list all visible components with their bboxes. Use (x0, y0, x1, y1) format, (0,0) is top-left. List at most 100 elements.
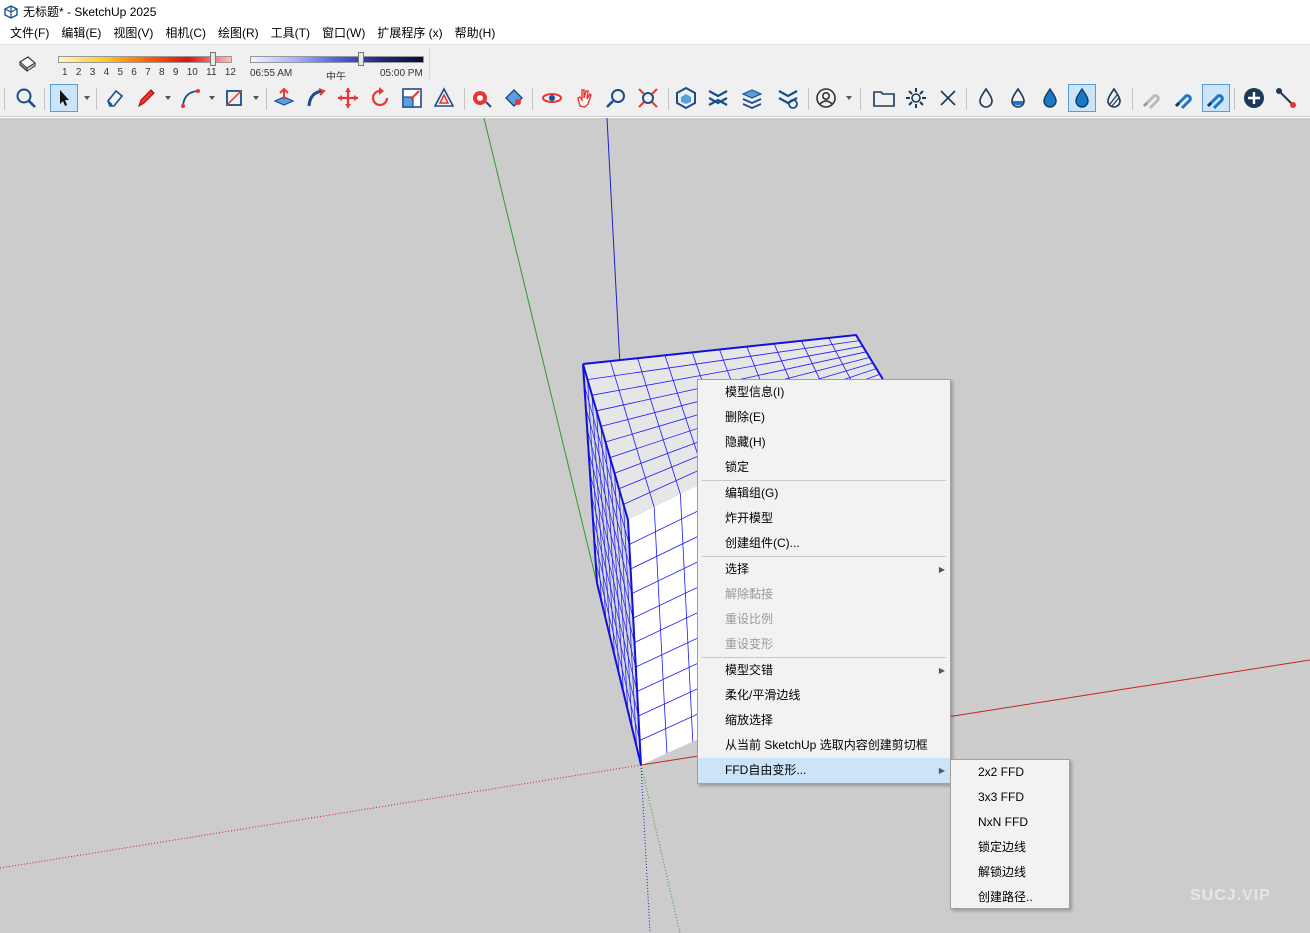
tape-measure-icon[interactable] (468, 84, 496, 112)
time-slider[interactable] (250, 56, 424, 63)
context-menu: 模型信息(I) 删除(E) 隐藏(H) 锁定编辑组(G) 炸开模型创建组件(C)... 选… (697, 379, 951, 784)
context-menu-item[interactable]: 隐藏(H) (698, 430, 950, 455)
context-menu-item[interactable]: 缩放选择 (698, 708, 950, 733)
extension-manager-icon[interactable] (774, 84, 802, 112)
magnet-active-icon[interactable] (1202, 84, 1230, 112)
shadow-toggle-icon[interactable] (16, 54, 38, 74)
scale-icon[interactable] (398, 84, 426, 112)
context-menu-item-label: 编辑组(G) (725, 486, 779, 500)
context-menu-item[interactable]: 柔化/平滑边线 (698, 683, 950, 708)
menu-item[interactable]: 文件(F) (4, 23, 55, 44)
shape-dropdown-icon[interactable] (252, 94, 260, 102)
context-menu-item-label: FFD自由变形... (725, 763, 807, 777)
menu-item[interactable]: 编辑(E) (55, 23, 107, 44)
eraser-icon[interactable] (100, 84, 128, 112)
follow-me-icon[interactable] (302, 84, 330, 112)
move-icon[interactable] (334, 84, 362, 112)
layout-icon[interactable] (738, 84, 766, 112)
sketchup-logo-icon (4, 4, 18, 19)
submenu-item[interactable]: 解锁边线 (951, 860, 1069, 885)
gear-icon[interactable] (902, 84, 930, 112)
submenu-item[interactable]: 3x3 FFD (951, 785, 1069, 810)
context-menu-item[interactable]: 选择 ▶ (698, 557, 950, 582)
blue-axis-hidden (640, 764, 651, 933)
arc-icon[interactable] (176, 84, 204, 112)
red-axis-hidden (0, 764, 642, 869)
extension-warehouse-icon[interactable] (704, 84, 732, 112)
3d-warehouse-icon[interactable] (672, 84, 700, 112)
drop-striped-icon[interactable] (1100, 84, 1128, 112)
month-ticks: 1 2 3 4 5 6 7 8 9 10 11 12 (62, 67, 236, 78)
context-menu-item-label: 从当前 SketchUp 选取内容创建剪切框 (725, 738, 928, 752)
model-scene[interactable] (0, 118, 1310, 933)
zoom-extents-icon[interactable] (634, 84, 662, 112)
context-menu-item[interactable]: 从当前 SketchUp 选取内容创建剪切框 (698, 733, 950, 758)
context-menu-item[interactable]: 删除(E) (698, 405, 950, 430)
submenu-item[interactable]: 创建路径.. (951, 885, 1069, 910)
account-dropdown-icon[interactable] (845, 94, 853, 102)
magnet-disabled-icon[interactable] (1138, 84, 1166, 112)
context-menu-item[interactable]: 创建组件(C)... (698, 531, 950, 556)
paint-bucket-icon[interactable] (500, 84, 528, 112)
zoom-icon[interactable] (602, 84, 630, 112)
context-menu-item[interactable]: 炸开模型 (698, 506, 950, 531)
menu-item[interactable]: 扩展程序 (x) (371, 23, 448, 44)
submenu-item[interactable]: 2x2 FFD (951, 760, 1069, 785)
month-slider-thumb[interactable] (209, 52, 216, 66)
menu-item[interactable]: 工具(T) (265, 23, 316, 44)
drop-active-icon[interactable] (1068, 84, 1096, 112)
month-tick-label: 3 (89, 67, 96, 78)
month-tick-label: 8 (159, 67, 165, 78)
time-slider-thumb[interactable] (358, 52, 365, 66)
submenu-arrow-icon: ▶ (938, 565, 945, 574)
zoom-magnifier-icon[interactable] (12, 84, 40, 112)
orbit-icon[interactable] (538, 84, 566, 112)
account-icon[interactable] (812, 84, 840, 112)
submenu-arrow-icon: ▶ (938, 666, 945, 675)
context-menu-item: 解除黏接 (698, 582, 950, 607)
menu-item[interactable]: 帮助(H) (449, 23, 502, 44)
context-menu-item-label: 创建组件(C)... (725, 536, 800, 550)
add-circle-icon[interactable] (1240, 84, 1268, 112)
context-menu-item[interactable]: 模型交错 ▶ (698, 658, 950, 683)
month-tick-label: 6 (131, 67, 137, 78)
watermark: SUCJ.VIP (1190, 887, 1271, 904)
line-dropdown-icon[interactable] (164, 94, 172, 102)
drop-outline-icon[interactable] (972, 84, 1000, 112)
context-menu-item[interactable]: FFD自由变形... ▶ (698, 758, 950, 783)
menu-item[interactable]: 窗口(W) (316, 23, 371, 44)
drop-half-icon[interactable] (1004, 84, 1032, 112)
path-node-icon[interactable] (1272, 84, 1300, 112)
select-dropdown-icon[interactable] (83, 94, 91, 102)
model-viewport[interactable] (0, 118, 1310, 933)
rotate-icon[interactable] (366, 84, 394, 112)
context-menu-item[interactable]: 锁定 (698, 455, 950, 480)
title-bar: 无标题* - SketchUp 2025 (0, 0, 1310, 23)
context-menu-item-label: 删除(E) (725, 410, 765, 424)
context-menu-item-label: 柔化/平滑边线 (725, 688, 801, 702)
submenu-arrow-icon: ▶ (938, 766, 945, 775)
offset-icon[interactable] (430, 84, 458, 112)
menu-item[interactable]: 绘图(R) (212, 23, 265, 44)
rectangle-icon[interactable] (220, 84, 248, 112)
menu-item[interactable]: 视图(V) (107, 23, 159, 44)
push-pull-icon[interactable] (270, 84, 298, 112)
month-slider[interactable] (58, 56, 232, 63)
pan-hand-icon[interactable] (570, 84, 598, 112)
pencil-line-icon[interactable] (132, 84, 160, 112)
menu-item[interactable]: 相机(C) (159, 23, 212, 44)
context-menu-item: 重设比例 (698, 607, 950, 632)
context-menu-item-label: 炸开模型 (725, 511, 774, 525)
magnet-icon[interactable] (1170, 84, 1198, 112)
select-tool-button[interactable] (50, 84, 78, 112)
context-menu-item-label: 选择 (725, 562, 750, 576)
folder-icon[interactable] (870, 84, 898, 112)
arc-dropdown-icon[interactable] (208, 94, 216, 102)
context-menu-item[interactable]: 模型信息(I) (698, 380, 950, 405)
submenu-item[interactable]: 锁定边线 (951, 835, 1069, 860)
main-toolbar (0, 80, 1310, 117)
submenu-item[interactable]: NxN FFD (951, 810, 1069, 835)
drop-filled-icon[interactable] (1036, 84, 1064, 112)
close-icon[interactable] (934, 84, 962, 112)
context-menu-item[interactable]: 编辑组(G) (698, 481, 950, 506)
